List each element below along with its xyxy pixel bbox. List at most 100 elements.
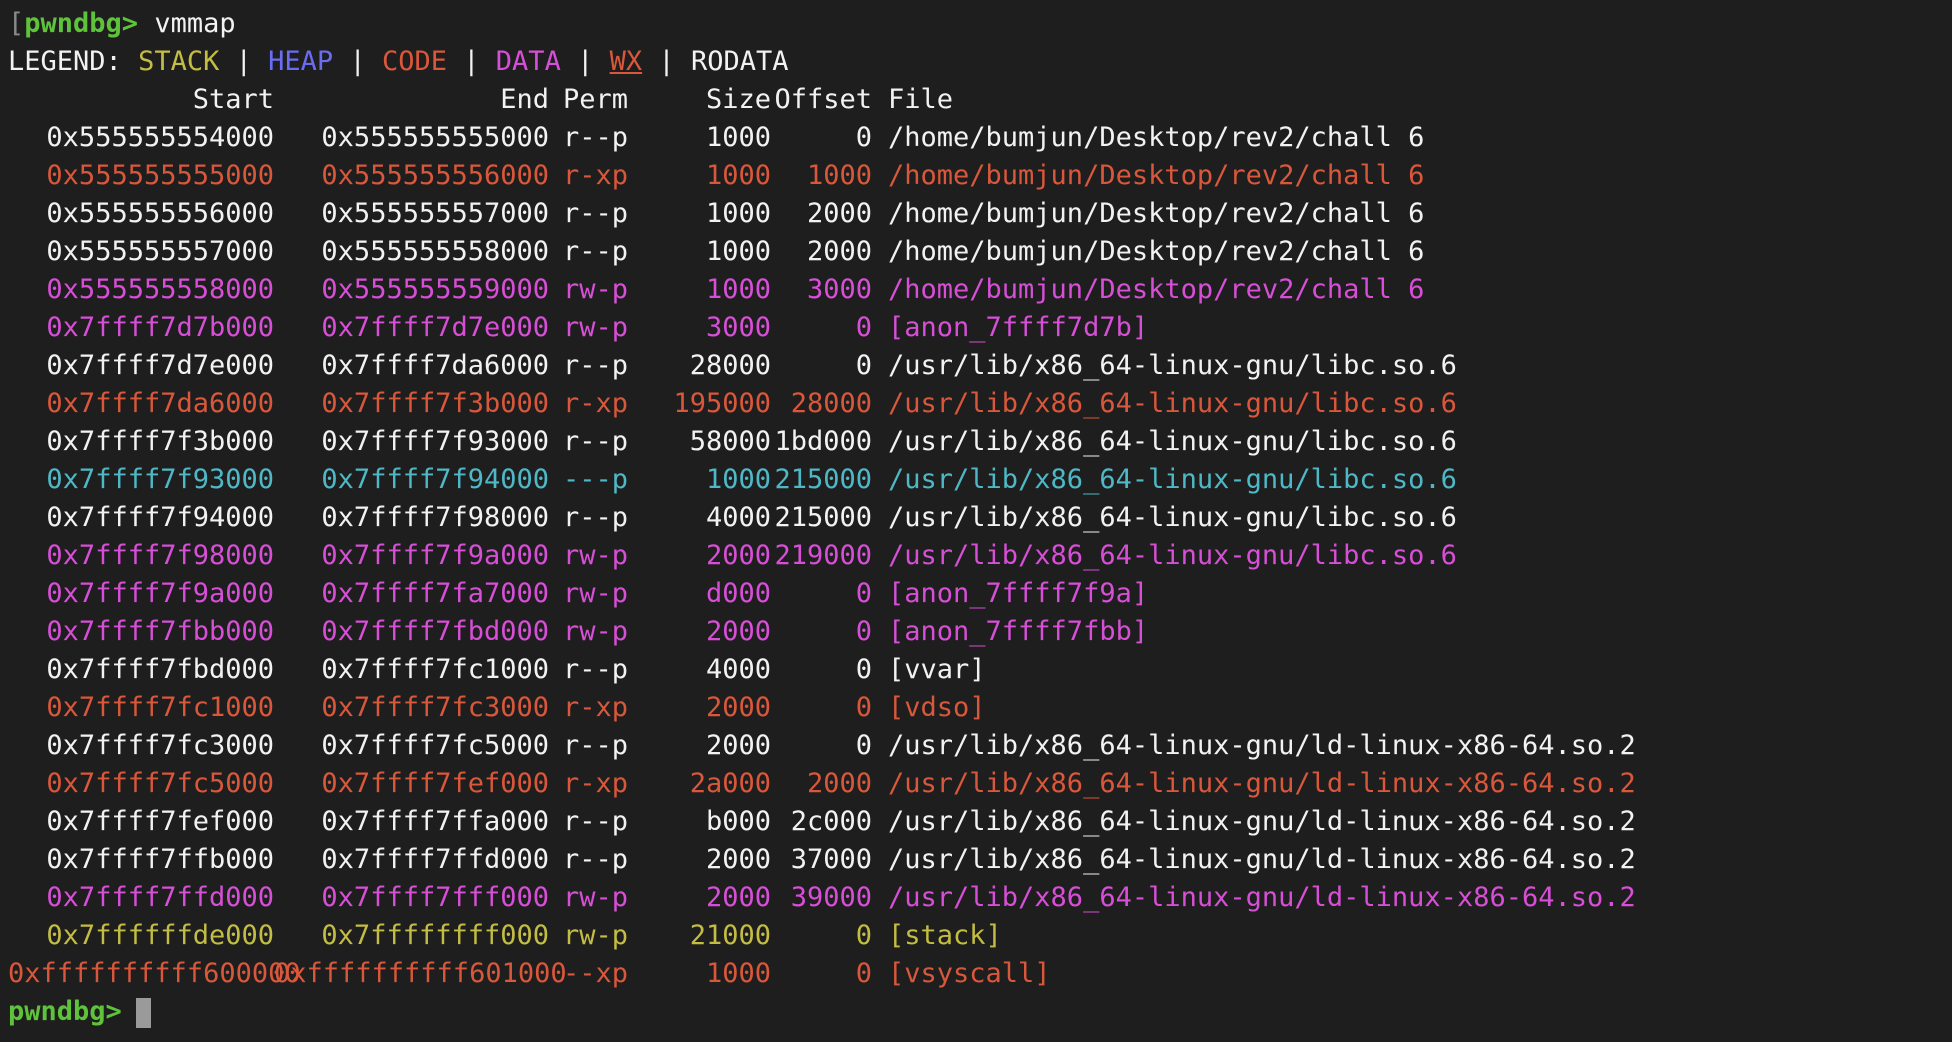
file-offset: 0 [855,920,872,951]
table-row: 0x7ffff7fbd000 0x7ffff7fc1000 r--p 4000 0 [vv… [8,651,1952,689]
end-address: 0x555555559000 [321,274,549,305]
start-address: 0x7ffff7fc5000 [46,768,274,799]
permissions: ---p [563,464,629,495]
file-offset: 0 [855,730,872,761]
permissions: r--p [563,654,629,685]
start-address: 0xffffffffff600000 [8,958,301,989]
file-path: [anon_7ffff7fbb] [888,616,1149,647]
header-end: End [500,84,549,115]
prompt: pwndbg> [24,8,139,39]
region-size: 58000 [689,426,771,457]
command-line: [pwndbg> vmmap [8,5,1952,43]
table-row: 0x7ffff7f98000 0x7ffff7f9a000 rw-p 2000 2190… [8,537,1952,575]
region-size: 1000 [705,236,771,267]
header-start: Start [192,84,274,115]
start-address: 0x7ffff7fbd000 [46,654,274,685]
input-line[interactable]: pwndbg> [8,993,1952,1031]
permissions: rw-p [563,274,629,305]
start-address: 0x7ffff7d7e000 [46,350,274,381]
file-offset: 0 [855,616,872,647]
file-path: /usr/lib/x86_64-linux-gnu/libc.so.6 [888,350,1457,381]
end-address: 0x7ffff7d7e000 [321,312,549,343]
permissions: r-xp [563,768,629,799]
start-address: 0x555555554000 [46,122,274,153]
legend-code: CODE [381,46,447,77]
end-address: 0x7ffff7ffd000 [321,844,549,875]
file-path: [vdso] [888,692,986,723]
file-offset: 0 [855,654,872,685]
file-path: /home/bumjun/Desktop/rev2/chall 6 [888,274,1425,305]
legend-wx: WX [609,46,643,77]
legend-stack: STACK [138,46,220,77]
permissions: r--p [563,350,629,381]
table-row: 0x7ffff7fc5000 0x7ffff7fef000 r-xp 2a000 200… [8,765,1952,803]
permissions: rw-p [563,578,629,609]
table-row: 0x7ffff7f94000 0x7ffff7f98000 r--p 4000 2150… [8,499,1952,537]
start-address: 0x7ffff7fc3000 [46,730,274,761]
file-path: /usr/lib/x86_64-linux-gnu/libc.so.6 [888,540,1457,571]
table-row: 0x7ffff7fbb000 0x7ffff7fbd000 rw-p 2000 0 [an… [8,613,1952,651]
file-path: /usr/lib/x86_64-linux-gnu/ld-linux-x86-6… [888,806,1636,837]
permissions: r--p [563,122,629,153]
end-address: 0xffffffffff601000 [274,958,567,989]
region-size: 1000 [705,274,771,305]
file-path: [vvar] [888,654,986,685]
end-address: 0x7ffff7da6000 [321,350,549,381]
start-address: 0x7ffff7f94000 [46,502,274,533]
region-size: b000 [705,806,771,837]
end-address: 0x7ffff7f93000 [321,426,549,457]
header-size: Size [705,84,771,115]
table-row: 0x7ffff7ffb000 0x7ffff7ffd000 r--p 2000 3700… [8,841,1952,879]
file-path: /home/bumjun/Desktop/rev2/chall 6 [888,122,1425,153]
table-row: 0x7ffff7f93000 0x7ffff7f94000 ---p 1000 2150… [8,461,1952,499]
legend-label: LEGEND: [8,46,122,77]
file-path: /home/bumjun/Desktop/rev2/chall 6 [888,236,1425,267]
file-offset: 2000 [806,198,872,229]
command-text: vmmap [154,8,236,39]
region-size: 2000 [705,540,771,571]
file-offset: 0 [855,958,872,989]
file-path: /usr/lib/x86_64-linux-gnu/libc.so.6 [888,388,1457,419]
legend-rodata: RODATA [690,46,789,77]
permissions: r--p [563,730,629,761]
table-row: 0x555555556000 0x555555557000 r--p 1000 2000… [8,195,1952,233]
file-path: /usr/lib/x86_64-linux-gnu/ld-linux-x86-6… [888,730,1636,761]
start-address: 0x555555557000 [46,236,274,267]
region-size: 1000 [705,958,771,989]
region-size: 28000 [689,350,771,381]
permissions: r--p [563,198,629,229]
file-offset: 1bd000 [774,426,872,457]
file-path: /usr/lib/x86_64-linux-gnu/ld-linux-x86-6… [888,768,1636,799]
end-address: 0x555555557000 [321,198,549,229]
table-row: 0x7ffff7da6000 0x7ffff7f3b000 r-xp 195000 28… [8,385,1952,423]
legend-data: DATA [495,46,561,77]
start-address: 0x7ffff7fc1000 [46,692,274,723]
table-row: 0x7ffff7d7b000 0x7ffff7d7e000 rw-p 3000 0 [an… [8,309,1952,347]
file-offset: 2000 [806,768,872,799]
end-address: 0x7ffff7fef000 [321,768,549,799]
table-row: 0x7ffff7fc3000 0x7ffff7fc5000 r--p 2000 0/us… [8,727,1952,765]
legend-separator: | [658,46,675,77]
terminal-window[interactable]: [pwndbg> vmmap LEGEND: STACK | HEAP | CO… [0,0,1952,1042]
table-row: 0x7ffff7f3b000 0x7ffff7f93000 r--p 58000 1bd… [8,423,1952,461]
region-size: 2000 [705,616,771,647]
start-address: 0x7ffff7fbb000 [46,616,274,647]
prompt: pwndbg> [8,996,122,1027]
file-offset: 0 [855,350,872,381]
end-address: 0x7ffff7fbd000 [321,616,549,647]
file-offset: 39000 [790,882,872,913]
file-offset: 2000 [806,236,872,267]
file-path: [vsyscall] [888,958,1051,989]
table-row: 0x7ffff7fc1000 0x7ffff7fc3000 r-xp 2000 0 [vd… [8,689,1952,727]
table-row: 0x7ffff7fef000 0x7ffff7ffa000 r--p b000 2c00… [8,803,1952,841]
file-offset: 28000 [790,388,872,419]
permissions: rw-p [563,540,629,571]
start-address: 0x555555556000 [46,198,274,229]
permissions: rw-p [563,920,629,951]
region-size: 1000 [705,464,771,495]
end-address: 0x555555556000 [321,160,549,191]
permissions: --xp [563,958,629,989]
permissions: r--p [563,426,629,457]
start-address: 0x7ffff7f98000 [46,540,274,571]
legend-separator: | [463,46,480,77]
